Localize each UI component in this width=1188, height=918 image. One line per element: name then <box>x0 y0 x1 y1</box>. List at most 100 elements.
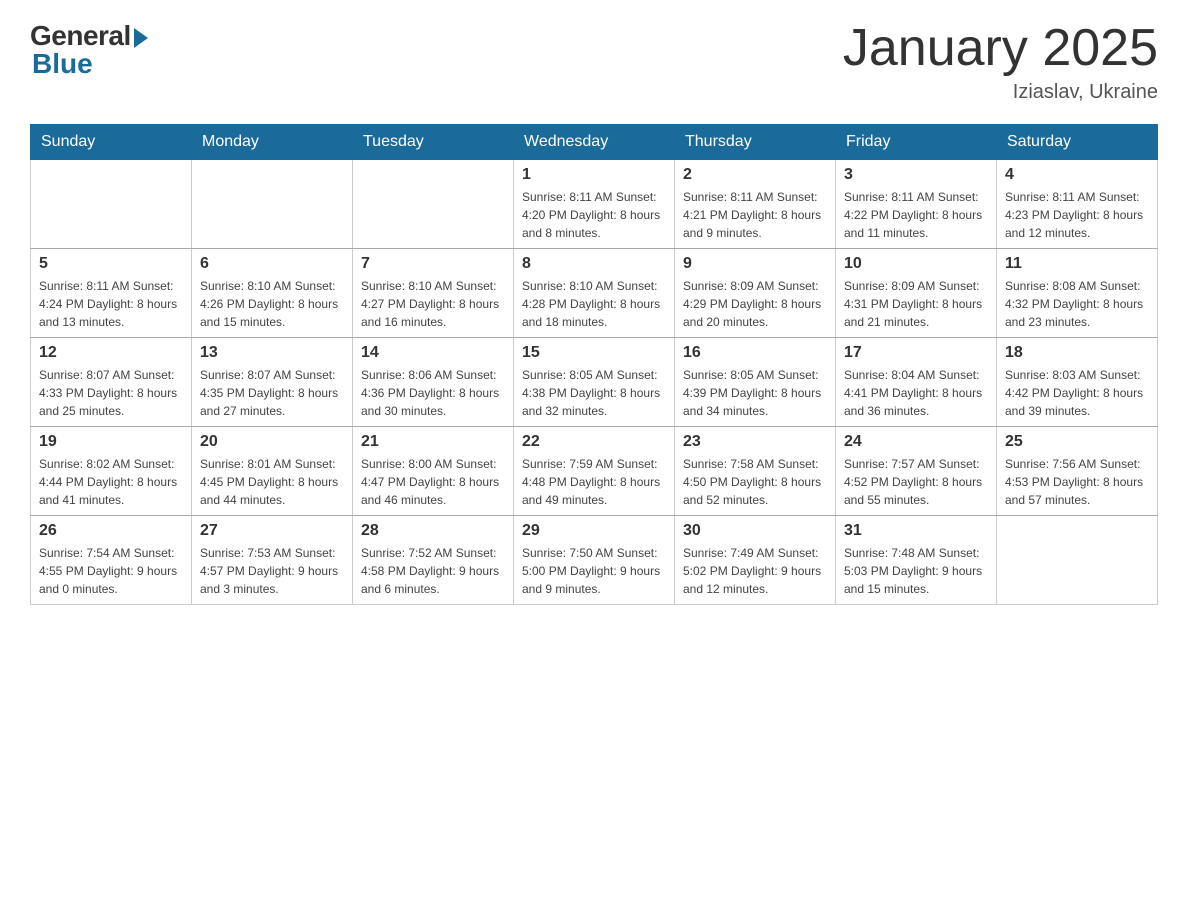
day-number: 18 <box>1005 344 1149 362</box>
day-info: Sunrise: 8:11 AM Sunset: 4:23 PM Dayligh… <box>1005 188 1149 242</box>
day-number: 9 <box>683 255 827 273</box>
day-number: 16 <box>683 344 827 362</box>
day-number: 21 <box>361 433 505 451</box>
calendar-day-10: 10Sunrise: 8:09 AM Sunset: 4:31 PM Dayli… <box>836 249 997 338</box>
day-info: Sunrise: 8:04 AM Sunset: 4:41 PM Dayligh… <box>844 366 988 420</box>
calendar-day-26: 26Sunrise: 7:54 AM Sunset: 4:55 PM Dayli… <box>31 516 192 605</box>
day-info: Sunrise: 7:52 AM Sunset: 4:58 PM Dayligh… <box>361 544 505 598</box>
day-number: 30 <box>683 522 827 540</box>
calendar-day-18: 18 Sunrise: 8:03 AM Sunset: 4:42 PM Dayli… <box>997 338 1158 427</box>
day-number: 10 <box>844 255 988 273</box>
calendar-day-17: 17Sunrise: 8:04 AM Sunset: 4:41 PM Dayli… <box>836 338 997 427</box>
calendar-day-23: 23 Sunrise: 7:58 AM Sunset: 4:50 PM Dayli… <box>675 427 836 516</box>
calendar-day-16: 16 Sunrise: 8:05 AM Sunset: 4:39 PM Dayli… <box>675 338 836 427</box>
day-info: Sunrise: 8:03 AM Sunset: 4:42 PM Dayligh… <box>1005 366 1149 420</box>
page-header: General Blue January 2025 Iziaslav, Ukra… <box>30 20 1158 104</box>
calendar-day-28: 28 Sunrise: 7:52 AM Sunset: 4:58 PM Dayli… <box>353 516 514 605</box>
day-info: Sunrise: 8:10 AM Sunset: 4:27 PM Dayligh… <box>361 277 505 331</box>
logo-arrow-icon <box>134 28 148 48</box>
title-section: January 2025 Iziaslav, Ukraine <box>843 20 1158 104</box>
calendar-day-11: 11 Sunrise: 8:08 AM Sunset: 4:32 PM Dayli… <box>997 249 1158 338</box>
day-number: 20 <box>200 433 344 451</box>
empty-cell <box>192 160 353 249</box>
calendar-day-9: 9 Sunrise: 8:09 AM Sunset: 4:29 PM Daylig… <box>675 249 836 338</box>
day-info: Sunrise: 8:11 AM Sunset: 4:24 PM Dayligh… <box>39 277 183 331</box>
day-info: Sunrise: 8:09 AM Sunset: 4:29 PM Dayligh… <box>683 277 827 331</box>
day-info: Sunrise: 7:53 AM Sunset: 4:57 PM Dayligh… <box>200 544 344 598</box>
day-info: Sunrise: 7:49 AM Sunset: 5:02 PM Dayligh… <box>683 544 827 598</box>
day-number: 19 <box>39 433 183 451</box>
day-number: 25 <box>1005 433 1149 451</box>
day-number: 7 <box>361 255 505 273</box>
empty-cell <box>353 160 514 249</box>
calendar-day-25: 25 Sunrise: 7:56 AM Sunset: 4:53 PM Dayli… <box>997 427 1158 516</box>
day-number: 22 <box>522 433 666 451</box>
day-number: 26 <box>39 522 183 540</box>
calendar-day-31: 31Sunrise: 7:48 AM Sunset: 5:03 PM Dayli… <box>836 516 997 605</box>
day-number: 4 <box>1005 166 1149 184</box>
day-number: 23 <box>683 433 827 451</box>
day-info: Sunrise: 8:10 AM Sunset: 4:28 PM Dayligh… <box>522 277 666 331</box>
weekday-header-monday: Monday <box>192 125 353 160</box>
day-number: 14 <box>361 344 505 362</box>
calendar-day-3: 3Sunrise: 8:11 AM Sunset: 4:22 PM Daylig… <box>836 160 997 249</box>
weekday-header-wednesday: Wednesday <box>514 125 675 160</box>
calendar-day-29: 29 Sunrise: 7:50 AM Sunset: 5:00 PM Dayli… <box>514 516 675 605</box>
day-info: Sunrise: 8:11 AM Sunset: 4:22 PM Dayligh… <box>844 188 988 242</box>
day-info: Sunrise: 7:57 AM Sunset: 4:52 PM Dayligh… <box>844 455 988 509</box>
calendar-day-8: 8 Sunrise: 8:10 AM Sunset: 4:28 PM Daylig… <box>514 249 675 338</box>
day-number: 13 <box>200 344 344 362</box>
calendar-day-14: 14Sunrise: 8:06 AM Sunset: 4:36 PM Dayli… <box>353 338 514 427</box>
logo-blue-text: Blue <box>30 48 93 80</box>
logo: General Blue <box>30 20 148 80</box>
day-info: Sunrise: 8:01 AM Sunset: 4:45 PM Dayligh… <box>200 455 344 509</box>
day-info: Sunrise: 8:07 AM Sunset: 4:33 PM Dayligh… <box>39 366 183 420</box>
calendar-day-12: 12Sunrise: 8:07 AM Sunset: 4:33 PM Dayli… <box>31 338 192 427</box>
day-info: Sunrise: 8:05 AM Sunset: 4:39 PM Dayligh… <box>683 366 827 420</box>
day-info: Sunrise: 7:48 AM Sunset: 5:03 PM Dayligh… <box>844 544 988 598</box>
calendar-day-21: 21 Sunrise: 8:00 AM Sunset: 4:47 PM Dayli… <box>353 427 514 516</box>
empty-cell <box>997 516 1158 605</box>
weekday-header-tuesday: Tuesday <box>353 125 514 160</box>
day-info: Sunrise: 8:00 AM Sunset: 4:47 PM Dayligh… <box>361 455 505 509</box>
calendar-day-4: 4 Sunrise: 8:11 AM Sunset: 4:23 PM Daylig… <box>997 160 1158 249</box>
calendar-week-4: 26Sunrise: 7:54 AM Sunset: 4:55 PM Dayli… <box>31 516 1158 605</box>
calendar-day-30: 30 Sunrise: 7:49 AM Sunset: 5:02 PM Dayli… <box>675 516 836 605</box>
day-number: 27 <box>200 522 344 540</box>
calendar-week-0: 1Sunrise: 8:11 AM Sunset: 4:20 PM Daylig… <box>31 160 1158 249</box>
day-number: 5 <box>39 255 183 273</box>
month-title: January 2025 <box>843 20 1158 77</box>
calendar-week-3: 19 Sunrise: 8:02 AM Sunset: 4:44 PM Dayli… <box>31 427 1158 516</box>
day-number: 11 <box>1005 255 1149 273</box>
calendar-day-20: 20 Sunrise: 8:01 AM Sunset: 4:45 PM Dayli… <box>192 427 353 516</box>
calendar-week-1: 5 Sunrise: 8:11 AM Sunset: 4:24 PM Daylig… <box>31 249 1158 338</box>
day-info: Sunrise: 7:56 AM Sunset: 4:53 PM Dayligh… <box>1005 455 1149 509</box>
day-info: Sunrise: 8:02 AM Sunset: 4:44 PM Dayligh… <box>39 455 183 509</box>
calendar-week-2: 12Sunrise: 8:07 AM Sunset: 4:33 PM Dayli… <box>31 338 1158 427</box>
calendar-day-6: 6 Sunrise: 8:10 AM Sunset: 4:26 PM Daylig… <box>192 249 353 338</box>
day-info: Sunrise: 7:50 AM Sunset: 5:00 PM Dayligh… <box>522 544 666 598</box>
calendar-day-24: 24Sunrise: 7:57 AM Sunset: 4:52 PM Dayli… <box>836 427 997 516</box>
day-info: Sunrise: 8:08 AM Sunset: 4:32 PM Dayligh… <box>1005 277 1149 331</box>
day-info: Sunrise: 8:07 AM Sunset: 4:35 PM Dayligh… <box>200 366 344 420</box>
location-text: Iziaslav, Ukraine <box>843 81 1158 104</box>
day-number: 2 <box>683 166 827 184</box>
day-number: 6 <box>200 255 344 273</box>
weekday-header-friday: Friday <box>836 125 997 160</box>
day-info: Sunrise: 7:58 AM Sunset: 4:50 PM Dayligh… <box>683 455 827 509</box>
calendar-day-2: 2Sunrise: 8:11 AM Sunset: 4:21 PM Daylig… <box>675 160 836 249</box>
day-number: 8 <box>522 255 666 273</box>
weekday-header-saturday: Saturday <box>997 125 1158 160</box>
day-number: 1 <box>522 166 666 184</box>
weekday-header-sunday: Sunday <box>31 125 192 160</box>
calendar-day-13: 13 Sunrise: 8:07 AM Sunset: 4:35 PM Dayli… <box>192 338 353 427</box>
calendar-day-27: 27 Sunrise: 7:53 AM Sunset: 4:57 PM Dayli… <box>192 516 353 605</box>
calendar-day-5: 5 Sunrise: 8:11 AM Sunset: 4:24 PM Daylig… <box>31 249 192 338</box>
calendar-day-1: 1Sunrise: 8:11 AM Sunset: 4:20 PM Daylig… <box>514 160 675 249</box>
day-number: 29 <box>522 522 666 540</box>
empty-cell <box>31 160 192 249</box>
day-number: 28 <box>361 522 505 540</box>
day-info: Sunrise: 8:10 AM Sunset: 4:26 PM Dayligh… <box>200 277 344 331</box>
day-number: 15 <box>522 344 666 362</box>
day-info: Sunrise: 7:59 AM Sunset: 4:48 PM Dayligh… <box>522 455 666 509</box>
